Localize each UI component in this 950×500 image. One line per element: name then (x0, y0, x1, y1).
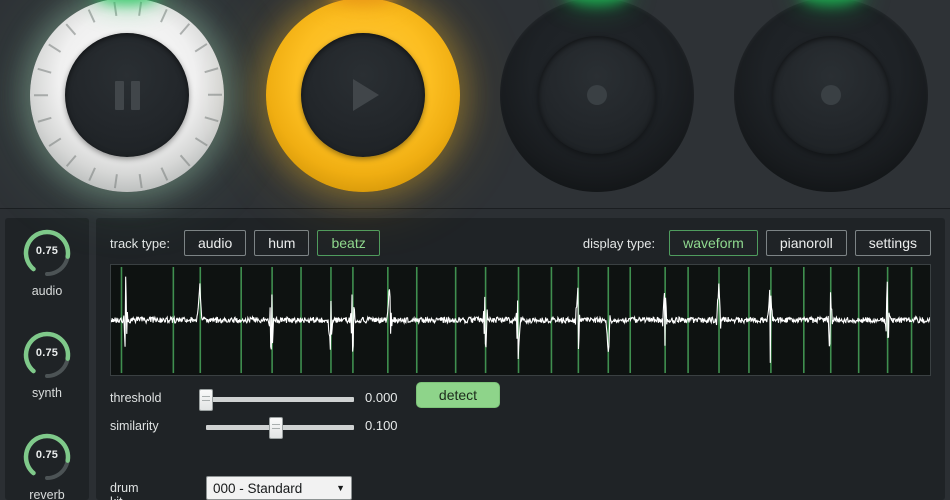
mixer-sidebar: 0.75 audio 0.75 synth 0.75 reverb (5, 218, 89, 500)
pause-knob-hub[interactable] (65, 33, 189, 157)
knob-tick (87, 9, 96, 23)
knob-tick (204, 116, 219, 123)
pause-knob[interactable] (18, 0, 236, 204)
transport-strip (0, 0, 950, 209)
knob-tick (48, 43, 62, 53)
knob-tick (160, 167, 169, 181)
track-type-option-hum[interactable]: hum (254, 230, 310, 256)
mixer-knob-label: reverb (29, 488, 65, 500)
knob-tick (204, 67, 219, 74)
knob-tick (138, 174, 143, 189)
similarity-value: 0.100 (365, 418, 398, 433)
display-type-option-pianoroll[interactable]: pianoroll (765, 230, 847, 256)
knob-three-hub[interactable] (538, 36, 656, 154)
track-type-option-audio[interactable]: audio (183, 230, 247, 256)
knob-three[interactable] (488, 0, 706, 204)
knob-tick (37, 116, 52, 123)
display-type-option-settings[interactable]: settings (854, 230, 931, 256)
track-type-option-beatz[interactable]: beatz (317, 230, 380, 256)
threshold-value: 0.000 (365, 390, 398, 405)
display-type-group: display type: waveform pianoroll setting… (583, 230, 931, 256)
knob-tick (88, 167, 96, 182)
waveform-display[interactable] (110, 264, 931, 376)
knob-tick (113, 174, 118, 189)
mixer-knob-dial[interactable]: 0.75 (20, 430, 74, 484)
dot-icon (821, 85, 841, 105)
track-type-label: track type: (110, 235, 170, 251)
knob-tick (65, 23, 77, 36)
knob-four-hub[interactable] (772, 36, 890, 154)
track-type-group: track type: audio hum beatz (110, 230, 380, 256)
app-root: 0.75 audio 0.75 synth 0.75 reverb track type:… (0, 0, 950, 500)
mixer-knob-reverb[interactable]: 0.75 reverb (5, 430, 89, 500)
threshold-slider-track[interactable] (199, 389, 354, 411)
mixer-knob-label: audio (31, 284, 63, 298)
mixer-knob-dial[interactable]: 0.75 (20, 226, 74, 280)
drum-kit-label: drum kit (110, 481, 139, 500)
drum-kit-value: 000 - Standard (213, 480, 303, 496)
knob-tick (194, 43, 208, 53)
play-knob[interactable] (254, 0, 472, 204)
threshold-slider-thumb[interactable] (199, 389, 213, 411)
knob-tick (33, 94, 49, 97)
knob-tick (113, 1, 118, 16)
detect-button[interactable]: detect (416, 382, 500, 408)
knob-tick (160, 8, 168, 23)
similarity-slider-track[interactable] (206, 417, 354, 439)
knob-tick (138, 1, 143, 16)
type-selector-row: track type: audio hum beatz display type… (110, 230, 931, 256)
knob-tick (179, 154, 191, 167)
play-knob-hub[interactable] (301, 33, 425, 157)
knob-tick (48, 137, 62, 147)
similarity-slider-thumb[interactable] (268, 417, 283, 439)
knob-tick (179, 23, 191, 36)
knob-tick (37, 67, 52, 74)
mixer-knob-value: 0.75 (35, 245, 59, 257)
dot-icon (587, 85, 607, 105)
play-icon (353, 79, 379, 111)
similarity-label: similarity (110, 419, 159, 433)
display-type-label: display type: (582, 235, 656, 251)
mixer-knob-value: 0.75 (35, 347, 59, 359)
waveform-canvas (111, 266, 930, 374)
chevron-down-icon: ▼ (336, 483, 345, 493)
display-type-option-waveform[interactable]: waveform (669, 230, 758, 256)
waveform-path (111, 276, 930, 363)
mixer-knob-value: 0.75 (35, 449, 59, 461)
mixer-knob-label: synth (32, 386, 62, 400)
pause-icon (114, 80, 140, 110)
knob-tick (207, 93, 223, 96)
knob-tick (65, 154, 77, 167)
knob-tick (194, 137, 208, 147)
knob-four[interactable] (722, 0, 940, 204)
main-panel: track type: audio hum beatz display type… (96, 218, 945, 500)
threshold-label: threshold (110, 391, 162, 405)
mixer-knob-audio[interactable]: 0.75 audio (5, 226, 89, 320)
mixer-knob-dial[interactable]: 0.75 (20, 328, 74, 382)
drum-kit-select[interactable]: 000 - Standard ▼ (206, 476, 352, 500)
mixer-knob-synth[interactable]: 0.75 synth (5, 328, 89, 422)
